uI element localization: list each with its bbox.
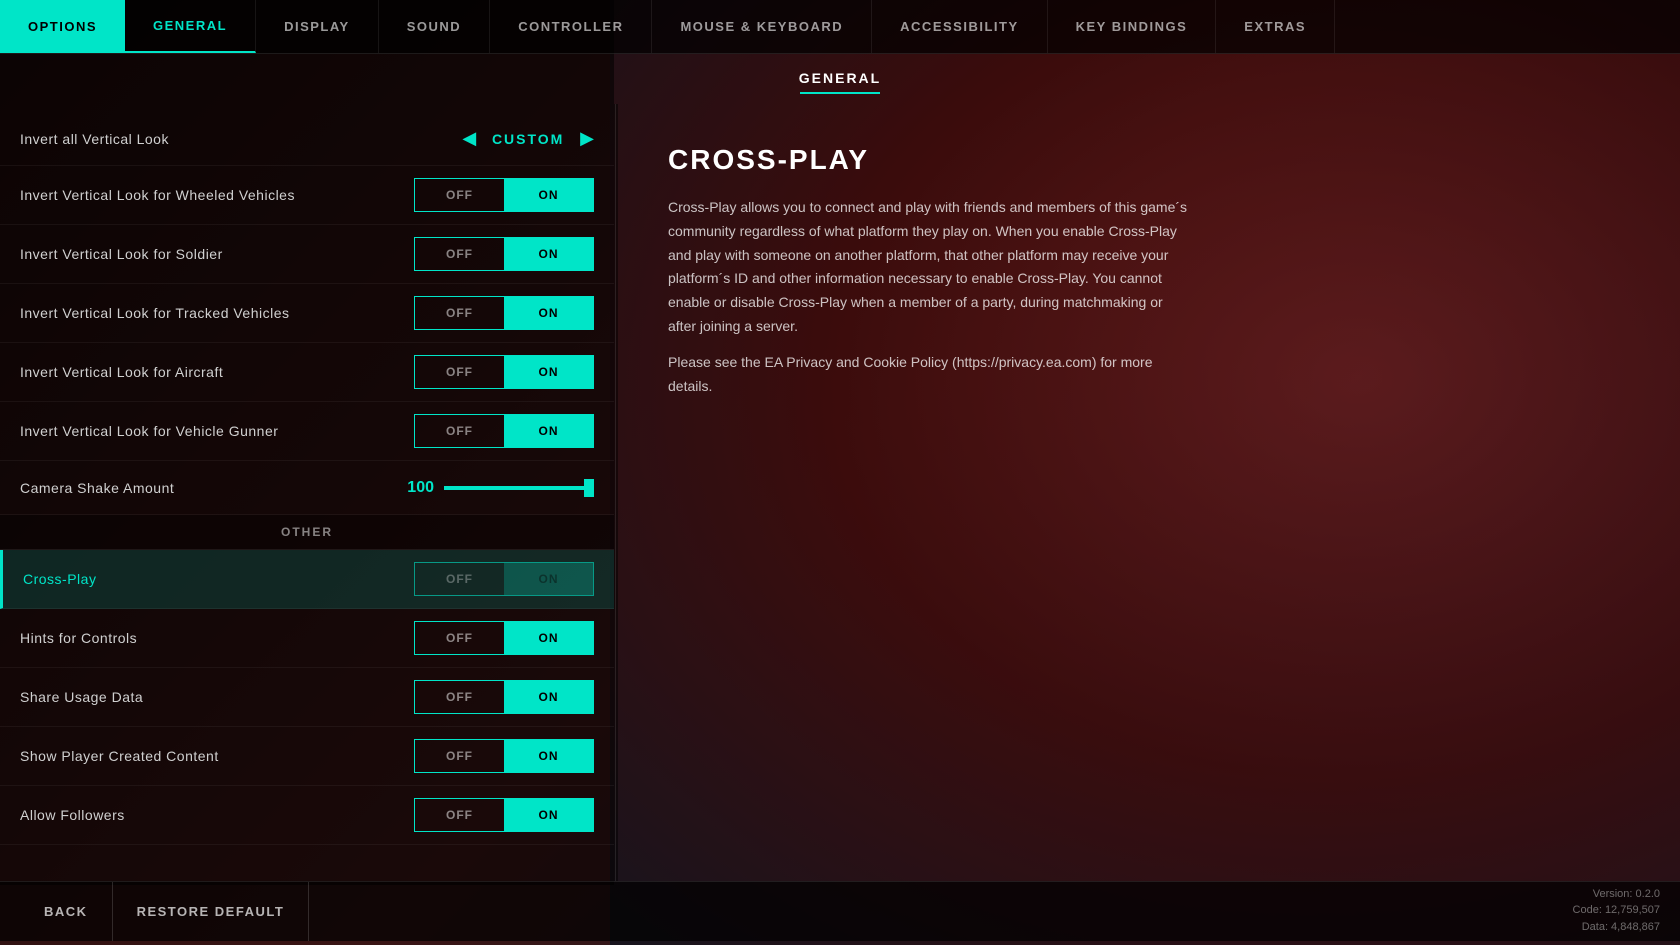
player-content-label: Show Player Created Content bbox=[20, 748, 219, 764]
info-panel-para-2: Please see the EA Privacy and Cookie Pol… bbox=[668, 351, 1188, 399]
invert-tracked-toggle[interactable]: OFF ON bbox=[414, 296, 594, 330]
invert-aircraft-on: ON bbox=[504, 356, 593, 388]
version-line1: Version: 0.2.0 bbox=[1573, 886, 1660, 903]
setting-invert-aircraft: Invert Vertical Look for Aircraft OFF ON bbox=[0, 343, 614, 402]
invert-all-label: Invert all Vertical Look bbox=[20, 131, 169, 147]
invert-all-selector: ◀ CUSTOM ▶ bbox=[462, 128, 594, 149]
invert-tracked-off: OFF bbox=[415, 297, 504, 329]
setting-invert-soldier: Invert Vertical Look for Soldier OFF ON bbox=[0, 225, 614, 284]
camera-shake-thumb[interactable] bbox=[584, 479, 594, 497]
main-content: Invert all Vertical Look ◀ CUSTOM ▶ Inve… bbox=[0, 104, 1680, 881]
invert-gunner-off: OFF bbox=[415, 415, 504, 447]
invert-soldier-label: Invert Vertical Look for Soldier bbox=[20, 246, 223, 262]
info-panel-title: CROSS-PLAY bbox=[668, 144, 1630, 176]
camera-shake-label: Camera Shake Amount bbox=[20, 480, 174, 496]
nav-mouse-keyboard[interactable]: MOUSE & KEYBOARD bbox=[652, 0, 872, 53]
invert-aircraft-off: OFF bbox=[415, 356, 504, 388]
share-usage-on: ON bbox=[504, 681, 593, 713]
setting-allow-followers: Allow Followers OFF ON bbox=[0, 786, 614, 845]
nav-general[interactable]: GENERAL bbox=[125, 0, 256, 53]
bottom-bar: BACK RESTORE DEFAULT bbox=[0, 881, 1680, 941]
version-line2: Code: 12,759,507 bbox=[1573, 902, 1660, 919]
share-usage-off: OFF bbox=[415, 681, 504, 713]
invert-tracked-on: ON bbox=[504, 297, 593, 329]
nav-controller[interactable]: CONTROLLER bbox=[490, 0, 652, 53]
invert-soldier-off: OFF bbox=[415, 238, 504, 270]
settings-panel: Invert all Vertical Look ◀ CUSTOM ▶ Inve… bbox=[0, 104, 614, 881]
player-content-toggle[interactable]: OFF ON bbox=[414, 739, 594, 773]
setting-hints-controls: Hints for Controls OFF ON bbox=[0, 609, 614, 668]
back-button[interactable]: BACK bbox=[20, 882, 113, 941]
invert-gunner-toggle[interactable]: OFF ON bbox=[414, 414, 594, 448]
setting-invert-tracked: Invert Vertical Look for Tracked Vehicle… bbox=[0, 284, 614, 343]
top-nav: OPTIONS GENERAL DISPLAY SOUND CONTROLLER… bbox=[0, 0, 1680, 54]
cross-play-off: OFF bbox=[415, 563, 504, 595]
invert-gunner-label: Invert Vertical Look for Vehicle Gunner bbox=[20, 423, 278, 439]
cross-play-toggle[interactable]: OFF ON bbox=[414, 562, 594, 596]
section-title: GENERAL bbox=[0, 54, 1680, 104]
hints-controls-on: ON bbox=[504, 622, 593, 654]
camera-shake-slider-container: 100 bbox=[394, 479, 594, 497]
other-section-header: OTHER bbox=[0, 515, 614, 550]
hints-controls-off: OFF bbox=[415, 622, 504, 654]
invert-all-value: CUSTOM bbox=[488, 131, 568, 147]
invert-all-prev[interactable]: ◀ bbox=[462, 128, 476, 149]
invert-soldier-toggle[interactable]: OFF ON bbox=[414, 237, 594, 271]
nav-options[interactable]: OPTIONS bbox=[0, 0, 125, 53]
info-panel-para-1: Cross-Play allows you to connect and pla… bbox=[668, 196, 1188, 339]
invert-wheeled-toggle[interactable]: OFF ON bbox=[414, 178, 594, 212]
player-content-off: OFF bbox=[415, 740, 504, 772]
allow-followers-toggle[interactable]: OFF ON bbox=[414, 798, 594, 832]
setting-invert-gunner: Invert Vertical Look for Vehicle Gunner … bbox=[0, 402, 614, 461]
invert-wheeled-label: Invert Vertical Look for Wheeled Vehicle… bbox=[20, 187, 295, 203]
allow-followers-off: OFF bbox=[415, 799, 504, 831]
hints-controls-label: Hints for Controls bbox=[20, 630, 137, 646]
share-usage-toggle[interactable]: OFF ON bbox=[414, 680, 594, 714]
camera-shake-fill bbox=[444, 486, 594, 490]
cross-play-on: ON bbox=[504, 563, 593, 595]
setting-share-usage: Share Usage Data OFF ON bbox=[0, 668, 614, 727]
nav-extras[interactable]: EXTRAS bbox=[1216, 0, 1335, 53]
version-info: Version: 0.2.0 Code: 12,759,507 Data: 4,… bbox=[1573, 886, 1660, 936]
hints-controls-toggle[interactable]: OFF ON bbox=[414, 621, 594, 655]
setting-cross-play[interactable]: Cross-Play OFF ON bbox=[0, 550, 614, 609]
allow-followers-on: ON bbox=[504, 799, 593, 831]
invert-wheeled-off: OFF bbox=[415, 179, 504, 211]
setting-camera-shake: Camera Shake Amount 100 bbox=[0, 461, 614, 515]
setting-player-content: Show Player Created Content OFF ON bbox=[0, 727, 614, 786]
nav-display[interactable]: DISPLAY bbox=[256, 0, 379, 53]
nav-accessibility[interactable]: ACCESSIBILITY bbox=[872, 0, 1047, 53]
info-panel: CROSS-PLAY Cross-Play allows you to conn… bbox=[618, 104, 1680, 881]
camera-shake-value: 100 bbox=[394, 479, 434, 497]
panel-divider bbox=[614, 104, 618, 881]
restore-default-button[interactable]: RESTORE DEFAULT bbox=[113, 882, 310, 941]
allow-followers-label: Allow Followers bbox=[20, 807, 125, 823]
invert-gunner-on: ON bbox=[504, 415, 593, 447]
share-usage-label: Share Usage Data bbox=[20, 689, 143, 705]
invert-aircraft-toggle[interactable]: OFF ON bbox=[414, 355, 594, 389]
info-panel-description: Cross-Play allows you to connect and pla… bbox=[668, 196, 1188, 398]
invert-soldier-on: ON bbox=[504, 238, 593, 270]
invert-wheeled-on: ON bbox=[504, 179, 593, 211]
cross-play-label: Cross-Play bbox=[23, 571, 96, 587]
nav-sound[interactable]: SOUND bbox=[379, 0, 490, 53]
player-content-on: ON bbox=[504, 740, 593, 772]
invert-all-next[interactable]: ▶ bbox=[580, 128, 594, 149]
invert-aircraft-label: Invert Vertical Look for Aircraft bbox=[20, 364, 223, 380]
nav-key-bindings[interactable]: KEY BINDINGS bbox=[1048, 0, 1217, 53]
version-line3: Data: 4,848,867 bbox=[1573, 919, 1660, 936]
setting-invert-all: Invert all Vertical Look ◀ CUSTOM ▶ bbox=[0, 112, 614, 166]
camera-shake-track[interactable] bbox=[444, 486, 594, 490]
invert-tracked-label: Invert Vertical Look for Tracked Vehicle… bbox=[20, 305, 290, 321]
setting-invert-wheeled: Invert Vertical Look for Wheeled Vehicle… bbox=[0, 166, 614, 225]
